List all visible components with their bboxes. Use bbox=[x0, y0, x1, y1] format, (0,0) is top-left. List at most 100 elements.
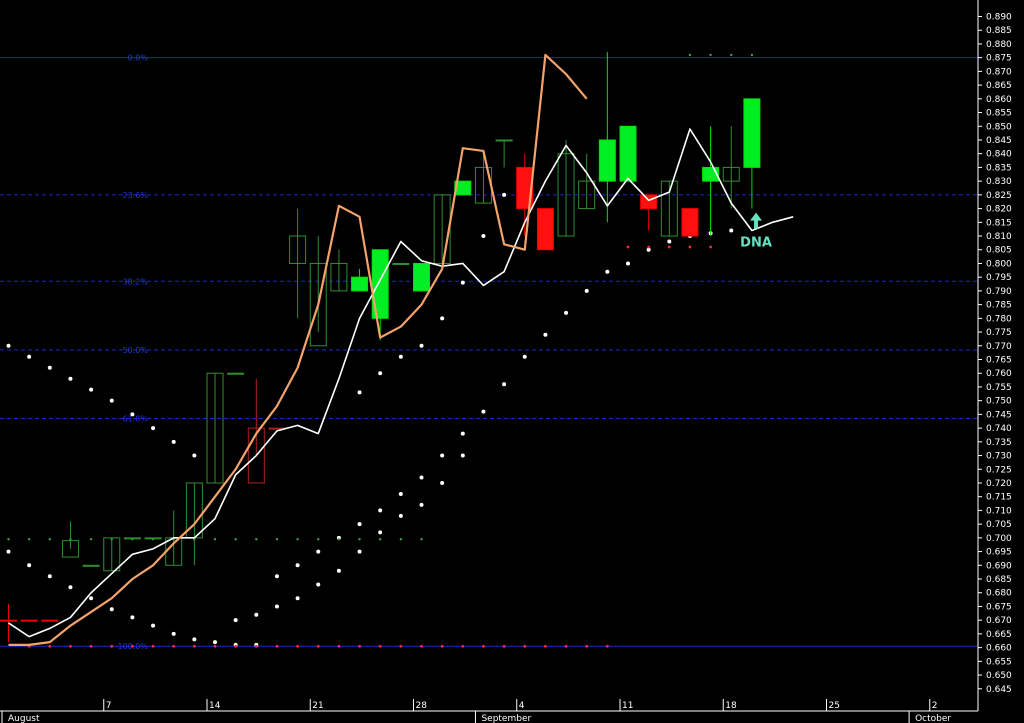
candle-body bbox=[351, 276, 369, 292]
candle-body bbox=[82, 564, 100, 567]
green-dot bbox=[48, 538, 51, 541]
y-tick-label: 0.805 bbox=[986, 246, 1012, 256]
y-tick-label: 0.700 bbox=[986, 534, 1012, 544]
x-tick-label: 21 bbox=[312, 701, 323, 711]
green-dot bbox=[379, 538, 382, 541]
fib-level-label: 61.8% bbox=[123, 414, 149, 423]
y-tick-label: 0.775 bbox=[986, 328, 1012, 338]
white-ma-line bbox=[8, 128, 794, 638]
y-tick-label: 0.740 bbox=[986, 424, 1012, 434]
y-tick-label: 0.780 bbox=[986, 314, 1012, 324]
y-tick-label: 0.865 bbox=[986, 81, 1012, 91]
y-tick-label: 0.670 bbox=[986, 616, 1012, 626]
red-dot bbox=[234, 644, 238, 648]
y-tick-label: 0.750 bbox=[986, 397, 1012, 407]
y-tick-label: 0.855 bbox=[986, 109, 1012, 119]
psar-dot bbox=[522, 354, 527, 359]
candle-body bbox=[227, 372, 245, 375]
y-tick-label: 0.875 bbox=[986, 54, 1012, 64]
psar-dot bbox=[626, 261, 630, 266]
y-tick-label: 0.720 bbox=[986, 479, 1012, 489]
y-tick-label: 0.735 bbox=[986, 438, 1012, 448]
fib-level-label: 0.0% bbox=[128, 54, 149, 63]
psar-dot bbox=[6, 549, 11, 554]
red-dot bbox=[337, 644, 341, 648]
psar-dot bbox=[171, 631, 176, 636]
psar-dot bbox=[667, 239, 672, 244]
y-tick-label: 0.795 bbox=[986, 273, 1012, 283]
green-dot bbox=[89, 538, 93, 541]
green-dot bbox=[730, 53, 733, 57]
y-tick-label: 0.690 bbox=[986, 561, 1012, 571]
fibonacci-levels: 0.0%23.6%38.2%50.0%61.8%100.0% bbox=[0, 54, 978, 651]
y-tick-label: 0.660 bbox=[986, 644, 1012, 654]
psar-dot bbox=[729, 228, 734, 233]
psar-dot bbox=[440, 316, 445, 321]
up-arrow-icon bbox=[750, 212, 763, 229]
psar-dot bbox=[171, 439, 176, 444]
psar-dot bbox=[47, 365, 52, 370]
y-tick-label: 0.815 bbox=[986, 218, 1012, 228]
candle-body bbox=[413, 262, 430, 292]
fib-level-label: 23.6% bbox=[123, 191, 149, 200]
red-dot bbox=[131, 644, 134, 648]
psar-dot bbox=[357, 522, 362, 527]
y-tick-label: 0.665 bbox=[986, 630, 1012, 640]
axes: 0.890 0.885 0.880 0.875 0.870 0.865 0.860 0.855… bbox=[0, 0, 1012, 723]
y-tick-label: 0.695 bbox=[986, 548, 1012, 558]
candle-body bbox=[20, 619, 38, 622]
psar-dot bbox=[27, 563, 32, 568]
psar-dot bbox=[274, 574, 279, 579]
red-dot bbox=[89, 644, 93, 648]
psar-dot bbox=[233, 618, 238, 623]
psar-dot bbox=[109, 607, 114, 612]
psar-dot bbox=[460, 453, 465, 458]
green-dot bbox=[358, 538, 361, 541]
red-dot bbox=[502, 644, 506, 648]
red-dot bbox=[709, 245, 712, 249]
y-tick-label: 0.830 bbox=[986, 177, 1012, 187]
psar-dot bbox=[481, 234, 486, 239]
psar-dot bbox=[605, 269, 610, 274]
green-dot bbox=[709, 53, 712, 57]
psar-dot bbox=[419, 343, 424, 348]
psar-dot bbox=[398, 513, 403, 518]
psar-dot bbox=[357, 549, 362, 554]
red-dot bbox=[358, 644, 361, 648]
y-tick-label: 0.745 bbox=[986, 410, 1012, 420]
candle-body bbox=[598, 139, 616, 182]
psar-dot bbox=[27, 354, 32, 359]
red-dot bbox=[544, 644, 547, 648]
psar-dot bbox=[584, 288, 589, 293]
red-dot bbox=[254, 644, 258, 648]
psar-dot bbox=[6, 343, 11, 348]
annotations: DNA bbox=[740, 212, 772, 251]
red-dot bbox=[420, 644, 423, 648]
green-dot bbox=[275, 538, 279, 541]
green-dot bbox=[213, 538, 217, 541]
price-chart: 0.0%23.6%38.2%50.0%61.8%100.0% 0.8900.88… bbox=[0, 0, 1012, 723]
red-dot bbox=[626, 245, 630, 249]
red-dot bbox=[585, 644, 589, 648]
y-tick-label: 0.790 bbox=[986, 287, 1012, 297]
annotation-label: DNA bbox=[740, 236, 772, 251]
psar-dot bbox=[378, 530, 383, 535]
green-dot bbox=[7, 538, 10, 541]
red-dot bbox=[605, 644, 609, 648]
green-dot bbox=[296, 538, 299, 541]
green-dot bbox=[234, 538, 237, 541]
red-dot bbox=[523, 644, 527, 648]
red-dot bbox=[564, 644, 568, 648]
y-tick-label: 0.765 bbox=[986, 356, 1012, 366]
green-dot bbox=[255, 538, 258, 541]
y-tick-label: 0.880 bbox=[986, 40, 1012, 50]
x-tick-label: 11 bbox=[622, 701, 633, 711]
candle-body bbox=[640, 194, 658, 210]
green-dot bbox=[399, 538, 403, 541]
y-tick-label: 0.710 bbox=[986, 506, 1012, 516]
psar-dot bbox=[564, 310, 569, 315]
y-tick-label: 0.715 bbox=[986, 493, 1012, 503]
x-tick-label: 25 bbox=[829, 701, 840, 711]
y-tick-label: 0.820 bbox=[986, 205, 1012, 215]
psar-dot bbox=[316, 549, 321, 554]
